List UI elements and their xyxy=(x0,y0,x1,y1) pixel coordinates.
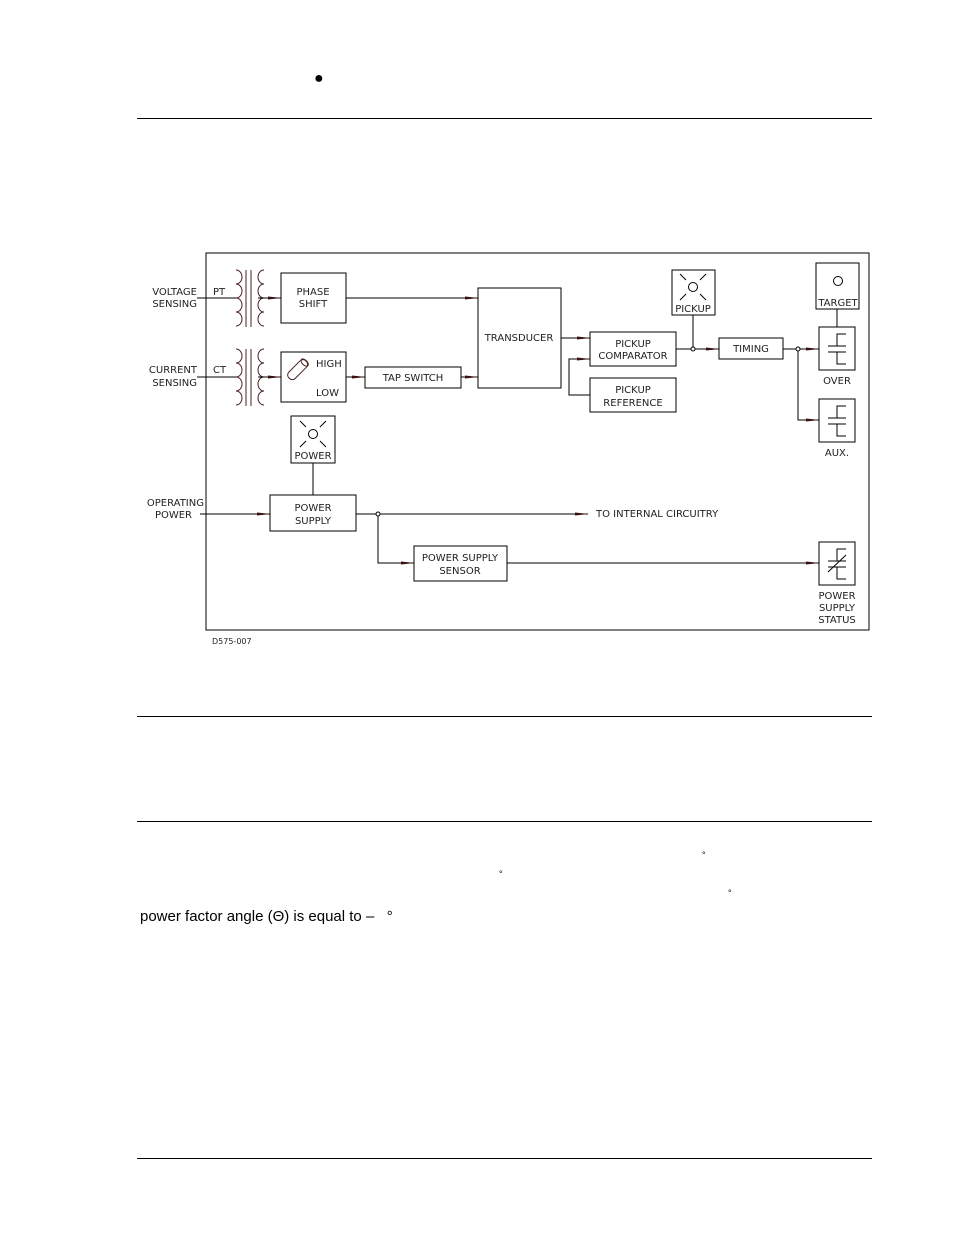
footer-rule xyxy=(137,1158,872,1159)
diagram-label: SHIFT xyxy=(299,299,328,310)
current-label-2: SENSING xyxy=(152,378,197,389)
phase-shift-block xyxy=(280,272,347,324)
diagram-label: OVER xyxy=(823,376,851,387)
internal-circuitry-label: TO INTERNAL CIRCUITRY xyxy=(595,509,719,520)
diagram-label: PHASE xyxy=(296,287,329,298)
ct-label: CT xyxy=(213,365,227,376)
power-led-icon xyxy=(299,420,327,448)
degree-mark: ° xyxy=(499,869,503,879)
section-rule-2 xyxy=(137,821,872,822)
target-icon xyxy=(833,276,843,286)
contact-icon xyxy=(828,405,846,437)
junction-node xyxy=(375,511,381,517)
diagram-label: AUX. xyxy=(825,448,849,459)
diagram-label: POWER SUPPLY xyxy=(422,553,499,564)
diagram-label: TARGET xyxy=(817,298,858,309)
diagram-label: REFERENCE xyxy=(603,398,662,409)
pt-label: PT xyxy=(213,287,226,298)
block-diagram: VOLTAGE SENSING CURRENT SENSING OPERATIN… xyxy=(147,252,870,646)
toggle-switch-icon xyxy=(287,358,309,381)
voltage-label-2: SENSING xyxy=(152,299,197,310)
pickup-led-icon xyxy=(679,273,707,301)
junction-node xyxy=(690,346,696,352)
closed-contact-icon xyxy=(827,548,847,580)
diagram-label: COMPARATOR xyxy=(598,351,667,362)
diagram-label: STATUS xyxy=(818,615,856,626)
current-label-1: CURRENT xyxy=(149,365,198,376)
diagram-label: PICKUP xyxy=(675,304,711,315)
diagram-label: POWER xyxy=(818,591,855,602)
junction-node xyxy=(795,346,801,352)
diagram-label: TRANSDUCER xyxy=(484,333,554,344)
operating-label-1: OPERATING xyxy=(147,498,204,509)
diagram-label: POWER xyxy=(294,451,331,462)
body-line: power factor angle (Θ) is equal to – ° xyxy=(140,908,393,925)
diagram-label: HIGH xyxy=(316,359,342,370)
diagram-label: SUPPLY xyxy=(295,516,332,527)
diagram-label: TIMING xyxy=(732,344,769,355)
voltage-label-1: VOLTAGE xyxy=(152,287,197,298)
degree-mark: ° xyxy=(728,888,732,898)
diagram-label: POWER xyxy=(294,503,331,514)
diagram-label: TAP SWITCH xyxy=(382,373,444,384)
operating-label-2: POWER xyxy=(155,510,192,521)
diagram-label: LOW xyxy=(316,388,339,399)
degree-mark: ° xyxy=(702,850,706,860)
diagram-label: PICKUP xyxy=(615,339,651,350)
diagram-label: PICKUP xyxy=(615,385,651,396)
figure-id: D575-007 xyxy=(212,637,252,646)
contact-icon xyxy=(828,333,846,365)
diagram-label: SENSOR xyxy=(439,566,480,577)
section-rule-1 xyxy=(137,716,872,717)
diagram-label: SUPPLY xyxy=(819,603,856,614)
